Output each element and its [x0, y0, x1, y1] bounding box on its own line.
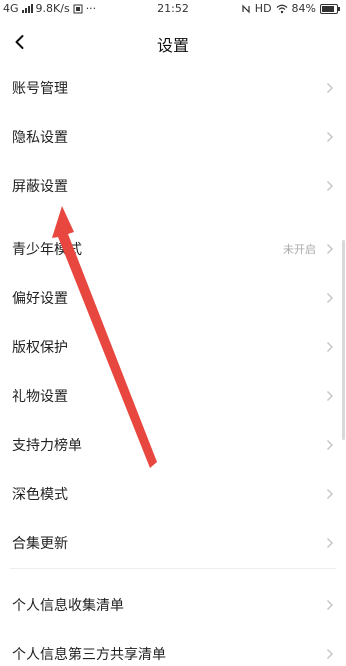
- settings-item-label: 个人信息第三方共享清单: [12, 647, 166, 663]
- hd-badge: HD: [254, 2, 272, 15]
- chevron-right-icon: [327, 293, 333, 303]
- chevron-right-icon: [327, 391, 333, 401]
- settings-screen: 4G 9.8K/s ··· 21:52 HD 84% 设置 账号管理 隐私设置 …: [0, 0, 346, 666]
- chevron-right-icon: [327, 538, 333, 548]
- settings-item-label: 账号管理: [12, 81, 68, 97]
- settings-item-label: 版权保护: [12, 340, 68, 356]
- settings-item-label: 礼物设置: [12, 389, 68, 405]
- settings-item-info-collection[interactable]: 个人信息收集清单: [0, 581, 346, 630]
- settings-list: 账号管理 隐私设置 屏蔽设置 青少年模式 未开启 偏好设置 版权保护 礼物设置: [0, 64, 346, 666]
- status-bar: 4G 9.8K/s ··· 21:52 HD 84%: [0, 0, 346, 20]
- wifi-icon: [276, 4, 287, 13]
- settings-item-label: 合集更新: [12, 536, 68, 552]
- settings-item-label: 个人信息收集清单: [12, 598, 124, 614]
- chevron-right-icon: [327, 489, 333, 499]
- chevron-right-icon: [327, 83, 333, 93]
- settings-item-collection-updates[interactable]: 合集更新: [0, 519, 346, 568]
- chevron-right-icon: [327, 244, 333, 254]
- settings-item-label: 隐私设置: [12, 130, 68, 146]
- chevron-right-icon: [327, 649, 333, 659]
- chevron-right-icon: [327, 132, 333, 142]
- nav-bar: 设置: [0, 20, 346, 64]
- settings-item-third-party-sharing[interactable]: 个人信息第三方共享清单: [0, 630, 346, 666]
- battery-icon: [320, 3, 340, 14]
- nfc-icon: [242, 4, 250, 13]
- settings-item-label: 偏好设置: [12, 291, 68, 307]
- page-title: 设置: [156, 36, 189, 55]
- settings-item-label: 青少年模式: [12, 242, 82, 258]
- scrollbar[interactable]: [342, 240, 345, 440]
- settings-item-label: 支持力榜单: [12, 438, 82, 454]
- section-divider: [10, 568, 336, 569]
- chevron-right-icon: [327, 600, 333, 610]
- settings-item-support-ranking[interactable]: 支持力榜单: [0, 421, 346, 470]
- settings-item-dark-mode[interactable]: 深色模式: [0, 470, 346, 519]
- settings-item-gifts[interactable]: 礼物设置: [0, 372, 346, 421]
- chevron-right-icon: [327, 342, 333, 352]
- settings-item-block[interactable]: 屏蔽设置: [0, 162, 346, 211]
- settings-item-copyright[interactable]: 版权保护: [0, 323, 346, 372]
- settings-item-label: 深色模式: [12, 487, 68, 503]
- settings-item-preferences[interactable]: 偏好设置: [0, 274, 346, 323]
- settings-item-account[interactable]: 账号管理: [0, 64, 346, 113]
- settings-item-privacy[interactable]: 隐私设置: [0, 113, 346, 162]
- chevron-right-icon: [327, 440, 333, 450]
- battery-percent: 84%: [291, 2, 316, 15]
- teen-mode-status: 未开启: [283, 243, 316, 256]
- settings-item-teen-mode[interactable]: 青少年模式 未开启: [0, 225, 346, 274]
- settings-item-label: 屏蔽设置: [12, 179, 68, 195]
- chevron-right-icon: [327, 181, 333, 191]
